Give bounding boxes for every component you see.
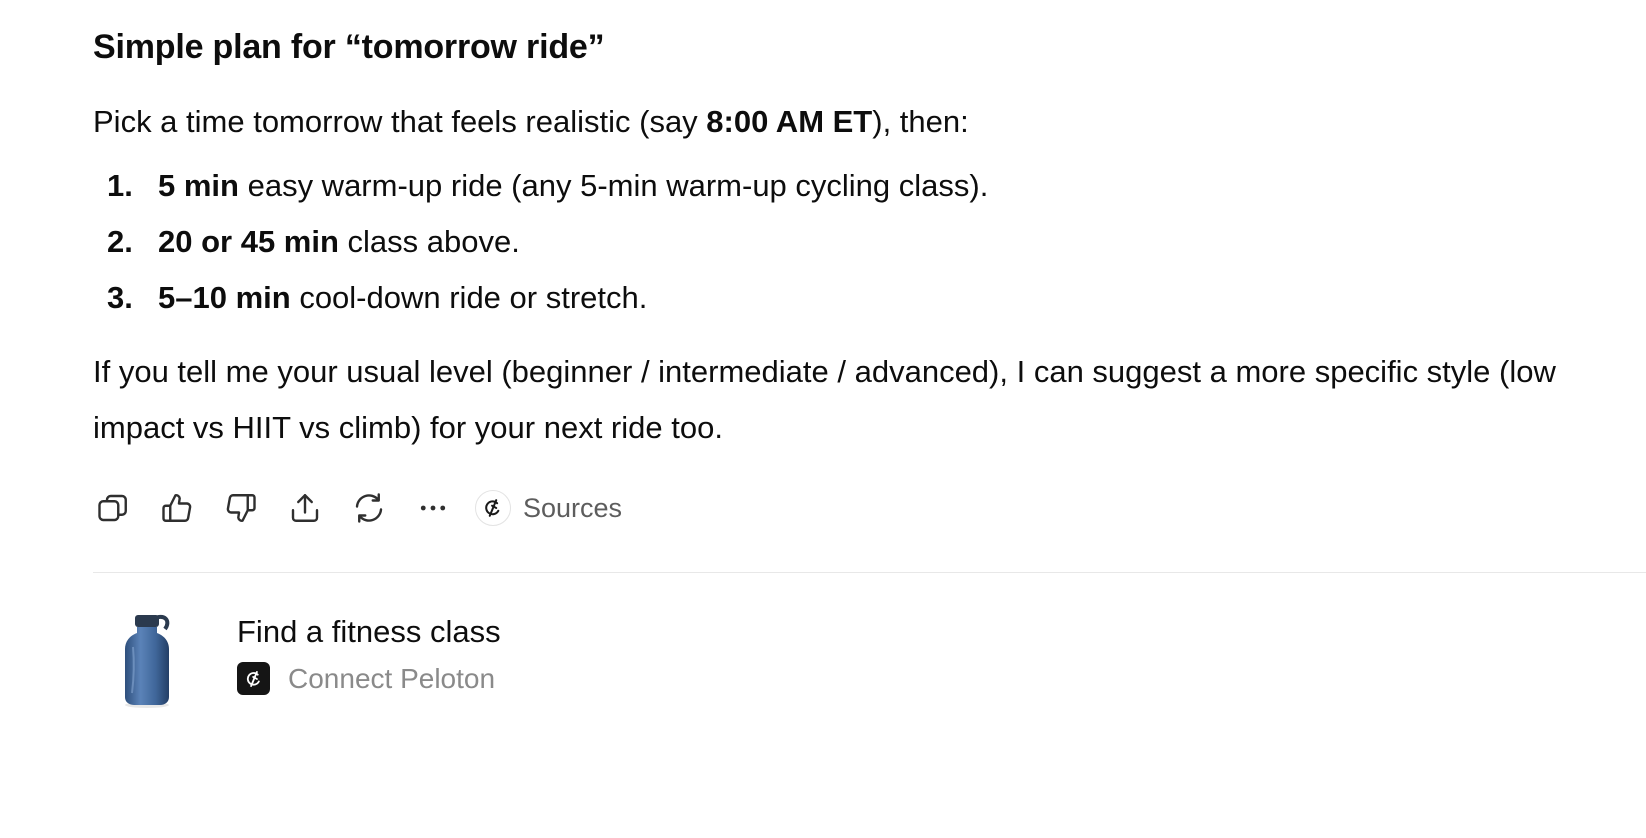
step-number: 1. — [107, 168, 133, 203]
more-options-button[interactable] — [413, 488, 453, 528]
step-number: 3. — [107, 280, 133, 315]
water-bottle-icon — [125, 614, 170, 708]
step-text: 5 min easy warm-up ride (any 5-min warm-… — [158, 158, 988, 214]
message-title: Simple plan for “tomorrow ride” — [93, 28, 605, 66]
thumbs-up-icon — [162, 494, 192, 522]
peloton-icon — [485, 499, 500, 517]
step-text: 20 or 45 min class above. — [158, 214, 520, 270]
sources-button[interactable]: Sources — [475, 490, 622, 526]
step-text: 5–10 min cool-down ride or stretch. — [158, 270, 647, 326]
step-duration: 20 or 45 min — [158, 224, 339, 259]
intro-paragraph: Pick a time tomorrow that feels realisti… — [93, 94, 969, 150]
intro-time: 8:00 AM ET — [706, 104, 873, 139]
intro-text-after: ), then: — [872, 104, 969, 139]
connect-peloton-row[interactable]: Connect Peloton — [237, 662, 501, 695]
share-icon — [291, 494, 319, 522]
step-number: 2. — [107, 224, 133, 259]
card-title: Find a fitness class — [237, 614, 501, 649]
peloton-app-icon — [237, 662, 270, 695]
find-fitness-class-card[interactable]: Find a fitness class Connect Peloton — [93, 604, 893, 714]
outro-paragraph: If you tell me your usual level (beginne… — [93, 354, 1556, 445]
divider — [93, 572, 1646, 573]
step-duration: 5 min — [158, 168, 239, 203]
intro-text-before: Pick a time tomorrow that feels realisti… — [93, 104, 707, 139]
regenerate-icon — [355, 493, 383, 523]
thumbs-down-button[interactable] — [221, 488, 261, 528]
water-bottle-image — [93, 604, 203, 714]
peloton-logo — [475, 490, 511, 526]
copy-button[interactable] — [93, 488, 133, 528]
step-description: class above. — [338, 224, 520, 259]
thumbs-up-button[interactable] — [157, 488, 197, 528]
copy-icon — [98, 494, 127, 522]
message-actions-bar: Sources — [93, 486, 622, 530]
thumbs-down-icon — [226, 494, 256, 522]
step-description: cool-down ride or stretch. — [290, 280, 648, 315]
card-text: Find a fitness class Connect Peloton — [237, 612, 501, 695]
card-subtitle: Connect Peloton — [288, 662, 496, 694]
step-description: easy warm-up ride (any 5-min warm-up cyc… — [238, 168, 989, 203]
more-icon — [420, 505, 446, 511]
peloton-icon — [246, 670, 260, 687]
regenerate-button[interactable] — [349, 488, 389, 528]
sources-label: Sources — [523, 492, 623, 523]
step-duration: 5–10 min — [158, 280, 291, 315]
share-button[interactable] — [285, 488, 325, 528]
